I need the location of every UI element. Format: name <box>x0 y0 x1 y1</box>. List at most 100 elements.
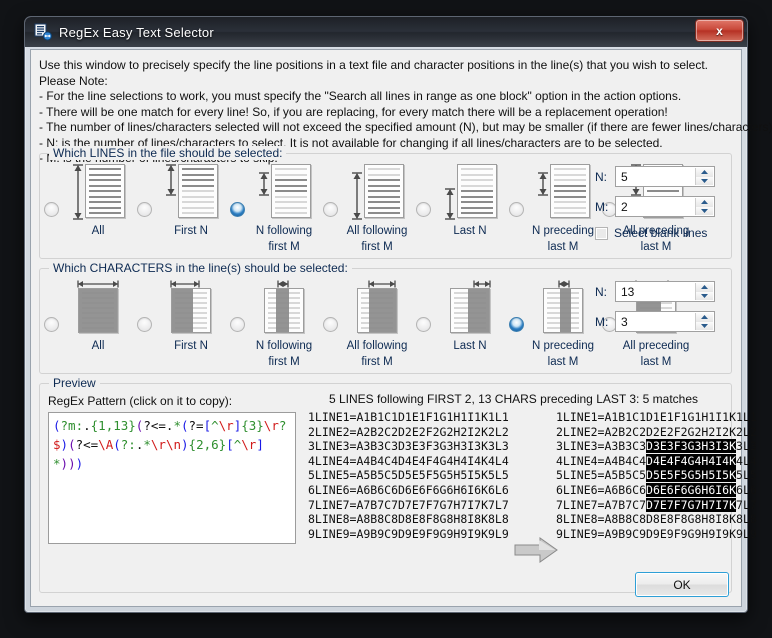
spin-up-icon[interactable] <box>696 283 713 292</box>
chars-m-input[interactable] <box>619 312 697 331</box>
title-bar[interactable]: RegEx Easy Text Selector x <box>25 17 747 47</box>
lines-m-spinner[interactable] <box>615 196 715 217</box>
spin-down-icon[interactable] <box>696 206 713 215</box>
result-match-highlight: D4E4F4G4H4I4K <box>646 453 737 468</box>
result-text-prefix: 5LINE5=A5B5C5 <box>556 468 647 483</box>
regex-token: * <box>173 418 181 433</box>
lines-n-spinner[interactable] <box>615 166 715 187</box>
chars-radio-1[interactable] <box>137 317 152 332</box>
lines-radio-0[interactable] <box>44 202 59 217</box>
chars-option-5[interactable]: N preceding last M <box>509 279 602 369</box>
chars-range-icon <box>262 279 306 337</box>
select-blank-lines-row[interactable]: Select blank lines <box>595 226 723 240</box>
regex-token: [ <box>226 437 234 452</box>
chars-option-3[interactable]: All following first M <box>323 279 416 369</box>
right-arrow-icon <box>514 537 558 566</box>
chars-radio-5[interactable] <box>509 317 524 332</box>
chars-option-4[interactable]: Last N <box>416 279 509 353</box>
result-text-line: 3LINE3=A3B3C3D3E3F3G3H3I3K3L3 <box>556 439 757 454</box>
text-selector-icon <box>34 23 52 41</box>
lines-m-row: M: <box>595 196 723 217</box>
close-icon: x <box>716 23 723 38</box>
chars-radio-0[interactable] <box>44 317 59 332</box>
regex-token: ?: <box>120 437 136 452</box>
chars-selection-group: Which CHARACTERS in the line(s) should b… <box>39 261 732 374</box>
chars-n-spin-buttons[interactable] <box>695 283 713 300</box>
lines-range-icon <box>257 164 311 222</box>
chars-option-caption2: first M <box>268 356 300 368</box>
regex-token: {1,13} <box>90 418 136 433</box>
lines-n-spin-buttons[interactable] <box>695 168 713 185</box>
regex-token: ? <box>278 418 287 433</box>
chars-n-input[interactable] <box>619 282 697 301</box>
spin-up-icon[interactable] <box>696 168 713 177</box>
chars-radio-2[interactable] <box>230 317 245 332</box>
result-match-highlight: D5E5F5G5H5I5K <box>646 468 737 483</box>
lines-selection-group: Which LINES in the file should be select… <box>39 146 732 259</box>
lines-option-body-3: All following first M <box>338 164 416 254</box>
ok-button[interactable]: OK <box>635 572 729 597</box>
lines-option-5[interactable]: N preceding last M <box>509 164 602 254</box>
chars-option-1[interactable]: First N <box>137 279 230 353</box>
spin-down-icon[interactable] <box>696 176 713 185</box>
chars-m-spinner[interactable] <box>615 311 715 332</box>
lines-radio-4[interactable] <box>416 202 431 217</box>
instruction-line: Use this window to precisely specify the… <box>39 58 708 72</box>
result-match-highlight: D3E3F3G3H3I3K <box>646 439 737 454</box>
lines-option-1[interactable]: First N <box>137 164 230 238</box>
spin-up-icon[interactable] <box>696 313 713 322</box>
result-text-prefix: 8LINE8=A8B8C8D8E8F8G8H8I8K8L8 <box>556 512 757 527</box>
result-text-prefix: 7LINE7=A7B7C7 <box>556 497 647 512</box>
chars-option-caption2: first M <box>361 356 393 368</box>
source-text-line: 9LINE9=A9B9C9D9E9F9G9H9I9K9L9 <box>308 526 509 541</box>
lines-radio-3[interactable] <box>323 202 338 217</box>
chars-option-caption: Last N <box>453 340 487 352</box>
pattern-label: RegEx Pattern (click on it to copy): <box>48 394 233 408</box>
lines-option-caption2: first M <box>361 241 393 253</box>
result-match-highlight: D6E6F6G6H6I6K <box>646 482 737 497</box>
lines-radio-5[interactable] <box>509 202 524 217</box>
regex-pattern-box[interactable]: (?m:.{1,13}(?<=.*(?=[^\r]{3}\r?$)(?<=\A(… <box>48 412 296 544</box>
source-text-line: 7LINE7=A7B7C7D7E7F7G7H7I7K7L7 <box>308 497 509 512</box>
lines-option-4[interactable]: Last N <box>416 164 509 238</box>
chars-n-spinner[interactable] <box>615 281 715 302</box>
regex-token: ^ <box>211 418 219 433</box>
lines-option-caption2: last M <box>640 241 672 253</box>
lines-option-body-1: First N <box>152 164 230 238</box>
select-blank-lines-checkbox[interactable] <box>595 226 608 240</box>
lines-option-0[interactable]: All <box>44 164 137 238</box>
chars-m-row: M: <box>595 311 723 332</box>
result-text-suffix: 4L4 <box>736 453 757 468</box>
lines-radio-2[interactable] <box>230 202 245 217</box>
spin-up-icon[interactable] <box>696 198 713 207</box>
lines-radio-1[interactable] <box>137 202 152 217</box>
regex-token: ) <box>75 456 84 471</box>
chars-radio-3[interactable] <box>323 317 338 332</box>
chars-option-2[interactable]: N following first M <box>230 279 323 369</box>
lines-option-3[interactable]: All following first M <box>323 164 416 254</box>
chars-option-body-3: All following first M <box>338 279 416 369</box>
close-button[interactable]: x <box>695 19 744 42</box>
regex-token: ( <box>180 418 189 433</box>
regex-token: {2,6} <box>188 437 227 452</box>
regex-token: . <box>83 418 91 433</box>
spin-down-icon[interactable] <box>696 321 713 330</box>
chars-radio-4[interactable] <box>416 317 431 332</box>
spin-down-icon[interactable] <box>696 291 713 300</box>
lines-m-spin-buttons[interactable] <box>695 198 713 215</box>
lines-option-2[interactable]: N following first M <box>230 164 323 254</box>
result-text-suffix: 5L5 <box>736 468 757 483</box>
lines-n-input[interactable] <box>619 167 697 186</box>
instruction-line: - For the line selections to work, you m… <box>39 89 682 103</box>
lines-option-caption: All <box>91 225 105 237</box>
chars-option-0[interactable]: All <box>44 279 137 353</box>
instruction-line: Please Note: <box>39 73 108 88</box>
regex-token: \r <box>241 437 257 452</box>
lines-option-body-5: N preceding last M <box>524 164 602 254</box>
chars-option-body-2: N following first M <box>245 279 323 369</box>
lines-m-input[interactable] <box>619 197 697 216</box>
regex-token: \r <box>150 437 166 452</box>
result-text-line: 1LINE1=A1B1C1D1E1F1G1H1I1K1L1 <box>556 410 757 425</box>
chars-option-body-5: N preceding last M <box>524 279 602 369</box>
chars-m-spin-buttons[interactable] <box>695 313 713 330</box>
